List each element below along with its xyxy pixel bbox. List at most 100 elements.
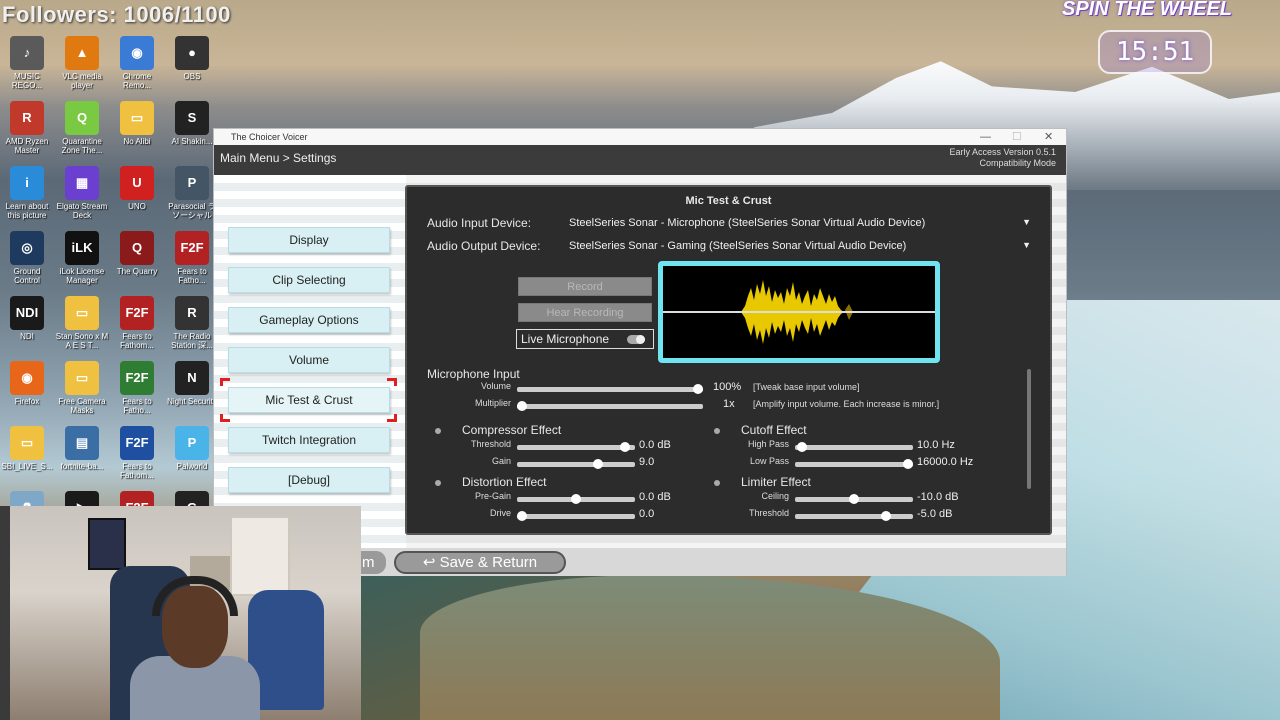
desktop-icon-label: Parasocial ラソーシャル	[168, 202, 216, 220]
distortion-toggle-icon[interactable]	[435, 480, 441, 486]
volume-slider-label: Volume	[480, 381, 511, 391]
app-icon: Q	[65, 101, 99, 135]
limiter-threshold-slider-handle[interactable]	[881, 511, 892, 521]
cutoff-toggle-icon[interactable]	[714, 428, 720, 434]
desktop-icon-label: Firefox	[14, 397, 40, 406]
live-microphone-toggle[interactable]: Live Microphone	[516, 329, 654, 349]
spin-timer: 15:51	[1098, 30, 1212, 74]
desktop-icon[interactable]: N Night Security	[165, 359, 219, 421]
volume-slider-note: [Tweak base input volume]	[753, 382, 860, 392]
volume-slider-handle[interactable]	[693, 384, 703, 394]
high-pass-slider[interactable]	[795, 442, 913, 452]
app-icon: P	[175, 426, 209, 460]
close-icon[interactable]: ✕	[1044, 129, 1053, 145]
drive-slider[interactable]	[517, 511, 635, 521]
desktop-icon[interactable]: ◎ Ground Control	[0, 229, 54, 291]
threshold-slider-value: 0.0 dB	[639, 439, 671, 451]
low-pass-slider[interactable]	[795, 459, 913, 469]
selection-bracket	[387, 414, 397, 422]
threshold-slider[interactable]	[517, 442, 635, 452]
app-icon: i	[10, 166, 44, 200]
nav-clip-selecting[interactable]: Clip Selecting	[228, 267, 390, 293]
desktop-icon[interactable]: i Learn about this picture	[0, 164, 54, 226]
mic-test-panel: Mic Test & Crust Audio Input Device: Ste…	[405, 185, 1052, 535]
desktop-icon[interactable]: Q Quarantine Zone The...	[55, 99, 109, 161]
minimize-icon[interactable]: —	[980, 129, 991, 145]
desktop-icon-label: UNO	[128, 202, 146, 211]
desktop-icon[interactable]: Q The Quarry	[110, 229, 164, 291]
desktop-icon[interactable]: ● OBS	[165, 34, 219, 96]
high-pass-slider-handle[interactable]	[797, 442, 808, 452]
desktop-icon[interactable]: NDI NDI	[0, 294, 54, 356]
panel-scrollbar[interactable]	[1027, 369, 1031, 489]
desktop-icon[interactable]: ▭ Stan Sono x M A E S T...	[55, 294, 109, 356]
compressor-toggle-icon[interactable]	[435, 428, 441, 434]
volume-slider[interactable]	[517, 384, 703, 394]
gain-slider[interactable]	[517, 459, 635, 469]
nav-display[interactable]: Display	[228, 227, 390, 253]
chevron-down-icon: ▼	[1022, 240, 1031, 250]
previous-button[interactable]: m	[360, 551, 386, 574]
low-pass-slider-handle[interactable]	[903, 459, 913, 469]
audio-input-dropdown[interactable]: SteelSeries Sonar - Microphone (SteelSer…	[569, 217, 1031, 229]
high-pass-slider-value: 10.0 Hz	[917, 439, 955, 451]
app-icon: R	[175, 296, 209, 330]
desktop-icon[interactable]: S AI Shakin...	[165, 99, 219, 161]
desktop-icon[interactable]: F2F Fears to Fathom...	[110, 294, 164, 356]
gain-slider-handle[interactable]	[592, 459, 603, 469]
desktop-icon[interactable]: R The Radio Station 深...	[165, 294, 219, 356]
desktop-icon-label: AMD Ryzen Master	[5, 137, 49, 155]
desktop-icon[interactable]: ▦ Elgato Stream Deck	[55, 164, 109, 226]
nav-mic-test[interactable]: Mic Test & Crust	[228, 387, 390, 413]
save-return-button[interactable]: ↩ Save & Return	[394, 551, 566, 574]
desktop-icon-label: Stan Sono x M A E S T...	[55, 332, 109, 350]
multiplier-slider-handle[interactable]	[517, 401, 527, 411]
desktop-icon[interactable]: F2F Fears to Fatho...	[110, 359, 164, 421]
drive-slider-label: Drive	[489, 508, 511, 518]
desktop-icon[interactable]: ▭ SBI_LIVE_S...	[0, 424, 54, 486]
nav-volume[interactable]: Volume	[228, 347, 390, 373]
maximize-icon[interactable]: ☐	[1012, 129, 1022, 145]
desktop-icon[interactable]: ◉ Chrome Remo...	[110, 34, 164, 96]
webcam-poster	[88, 518, 126, 570]
waveform-display	[658, 261, 940, 363]
desktop-icon[interactable]: R AMD Ryzen Master	[0, 99, 54, 161]
webcam-overlay	[0, 506, 361, 720]
desktop-icon[interactable]: P Parasocial ラソーシャル	[165, 164, 219, 226]
distortion-title: Distortion Effect	[462, 475, 547, 489]
desktop-icon[interactable]: P Palworld	[165, 424, 219, 486]
audio-output-dropdown[interactable]: SteelSeries Sonar - Gaming (SteelSeries …	[569, 240, 1031, 252]
app-icon: ●	[175, 36, 209, 70]
nav-twitch-integration[interactable]: Twitch Integration	[228, 427, 390, 453]
app-icon: ▤	[65, 426, 99, 460]
desktop-icon[interactable]: ▤ fortnite-ba...	[55, 424, 109, 486]
webcam-wall-shade	[0, 506, 10, 720]
ceiling-slider[interactable]	[795, 494, 913, 504]
drive-slider-handle[interactable]	[517, 511, 527, 521]
hear-recording-button[interactable]: Hear Recording	[518, 303, 652, 322]
pre-gain-slider[interactable]	[517, 494, 635, 504]
desktop-icon-label: OBS	[183, 72, 201, 81]
desktop-icon[interactable]: ◉ Firefox	[0, 359, 54, 421]
volume-slider-value: 100%	[713, 381, 742, 393]
desktop-icon[interactable]: ▲ VLC media player	[55, 34, 109, 96]
desktop-icon[interactable]: ▭ Free Camera Masks	[55, 359, 109, 421]
desktop-icon-label: fortnite-ba...	[60, 462, 104, 471]
ceiling-slider-label: Ceiling	[761, 491, 789, 501]
limiter-toggle-icon[interactable]	[714, 480, 720, 486]
pre-gain-slider-handle[interactable]	[571, 494, 581, 504]
record-button[interactable]: Record	[518, 277, 652, 296]
threshold-slider-handle[interactable]	[619, 442, 630, 452]
nav-gameplay-options[interactable]: Gameplay Options	[228, 307, 390, 333]
limiter-threshold-slider[interactable]	[795, 511, 913, 521]
desktop-icon[interactable]: U UNO	[110, 164, 164, 226]
desktop-icon[interactable]: ▭ No Alibi	[110, 99, 164, 161]
multiplier-slider[interactable]	[517, 401, 703, 411]
desktop-icon[interactable]: F2F Fears to Fatho...	[165, 229, 219, 291]
desktop-icon[interactable]: F2F Fears to Fathom...	[110, 424, 164, 486]
ceiling-slider-handle[interactable]	[849, 494, 859, 504]
desktop-icon[interactable]: iLK iLok License Manager	[55, 229, 109, 291]
desktop-icon-label: Fears to Fathom...	[120, 332, 154, 350]
nav-debug[interactable]: [Debug]	[228, 467, 390, 493]
desktop-icon[interactable]: ♪ MUSIC REGO...	[0, 34, 54, 96]
